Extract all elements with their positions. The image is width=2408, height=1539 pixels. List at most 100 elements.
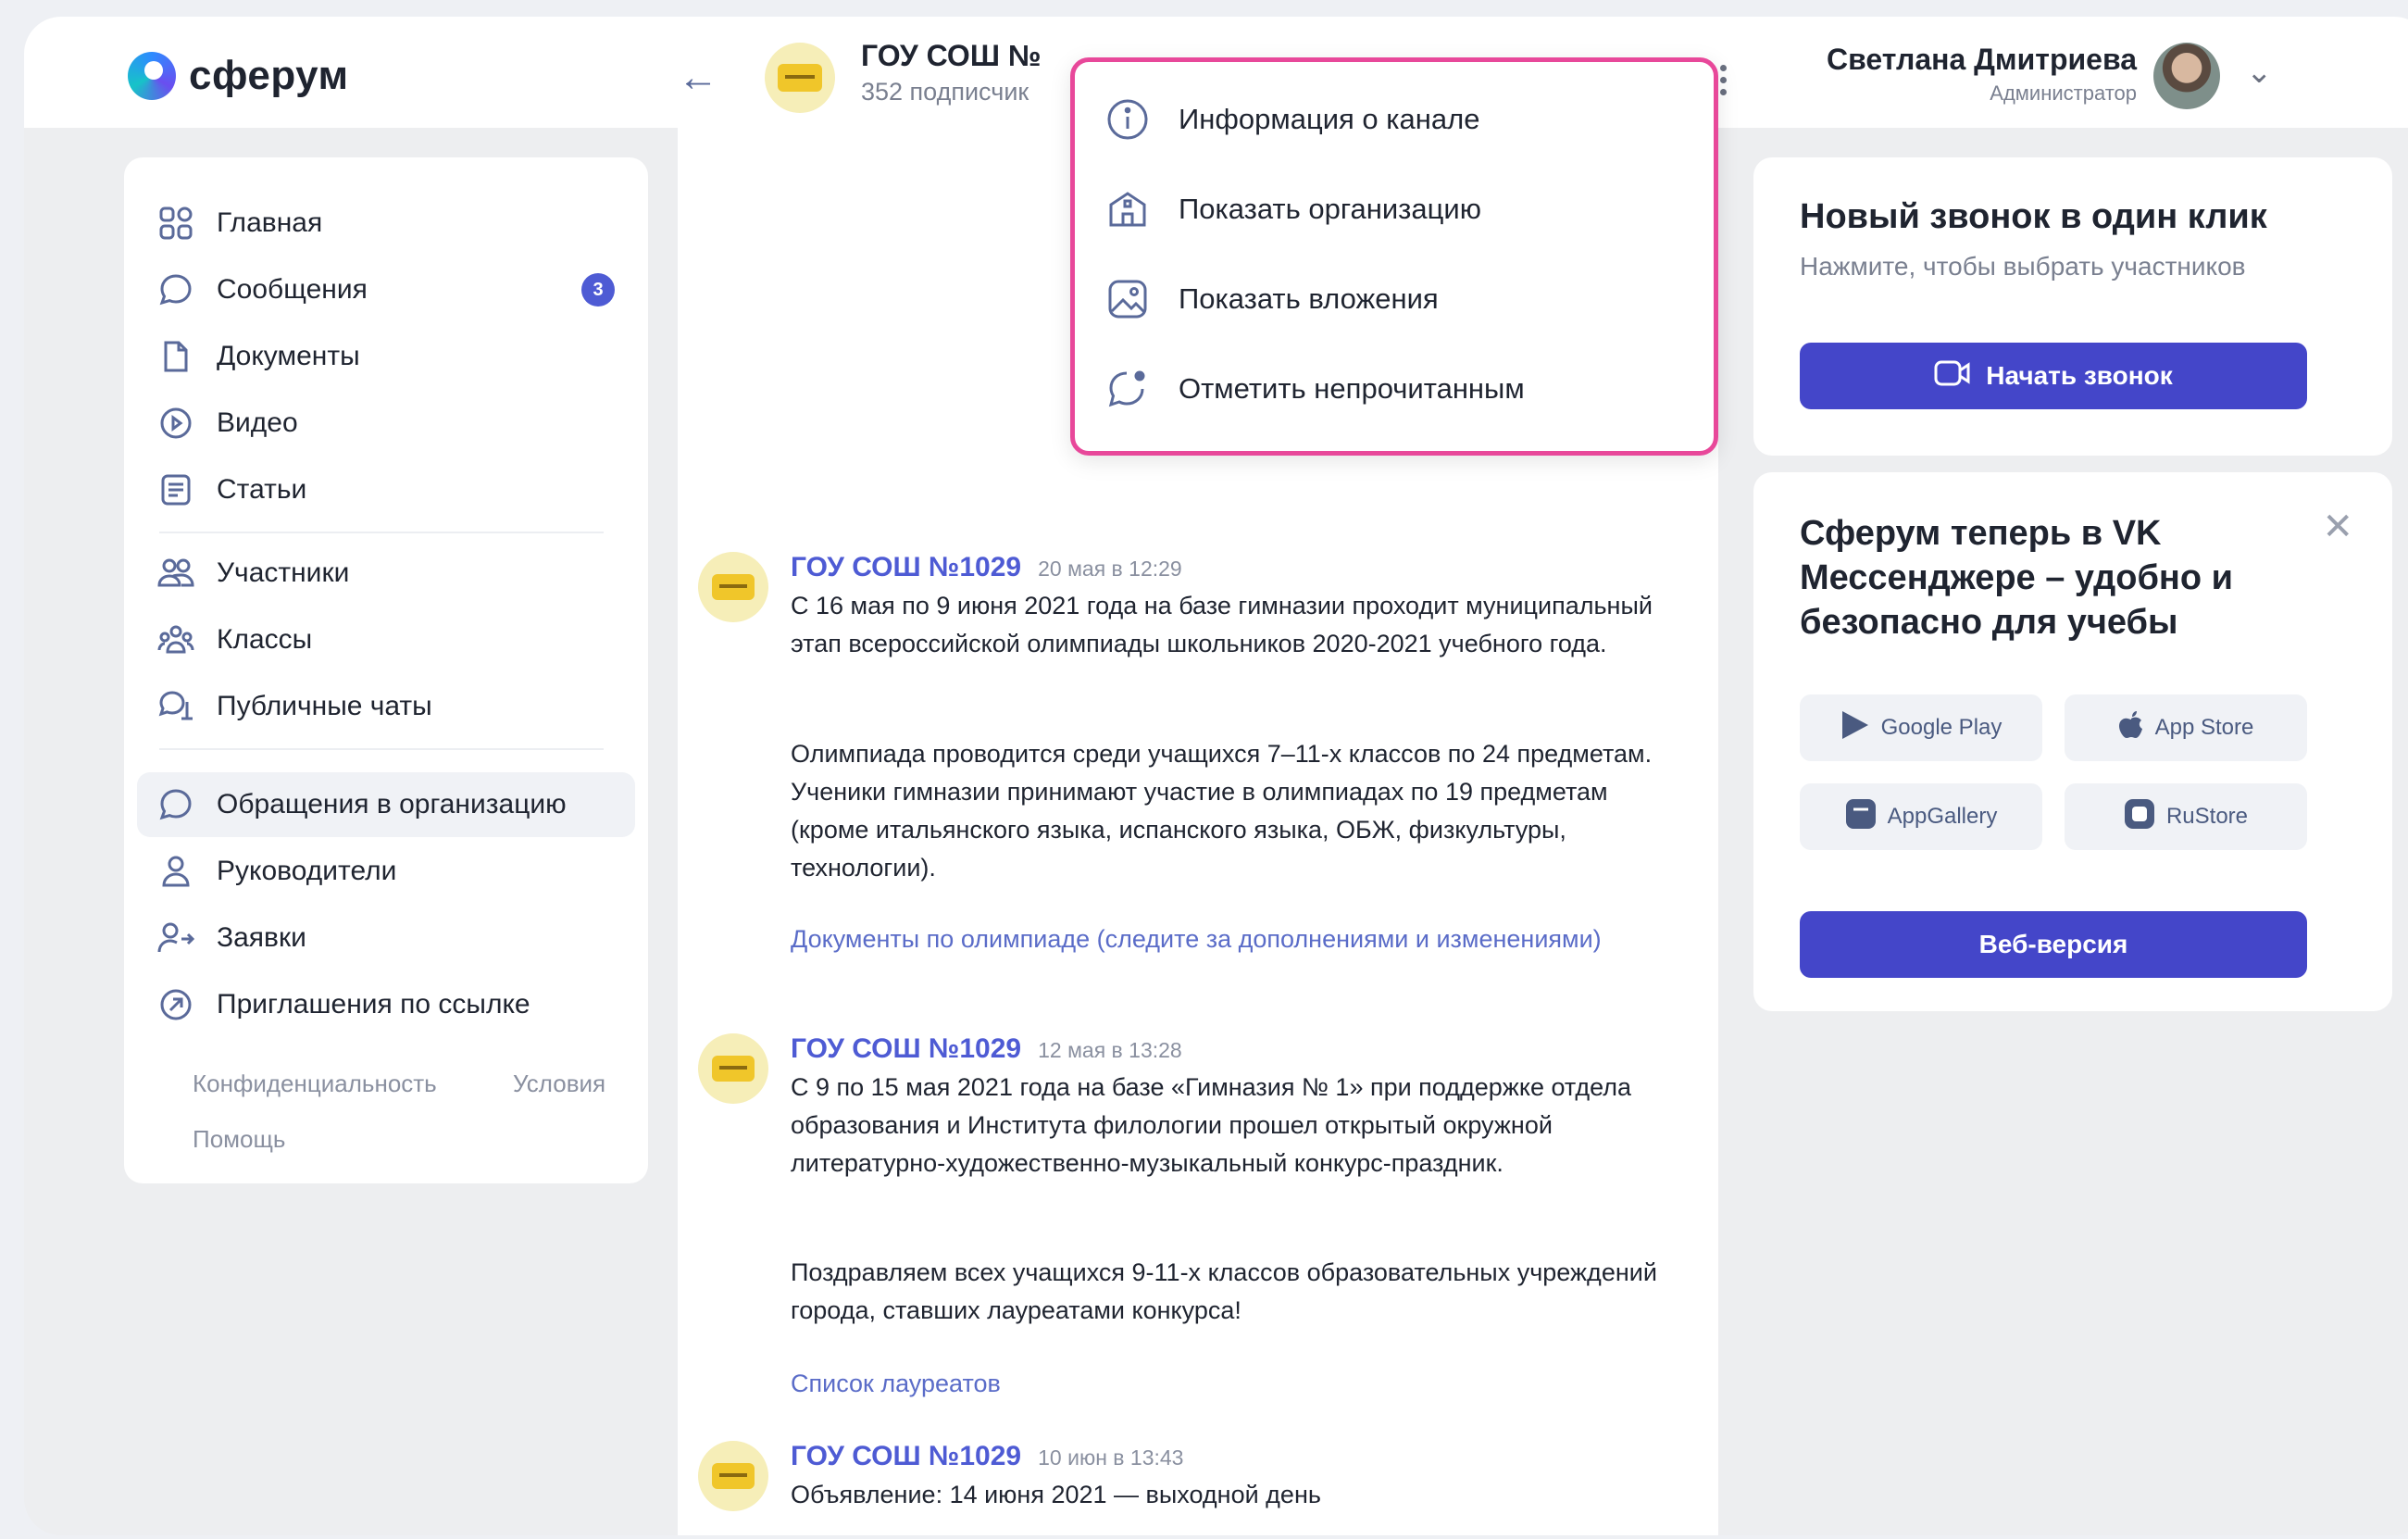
menu-item-label: Показать организацию: [1179, 193, 1481, 225]
sidebar-item-label: Руководители: [217, 856, 397, 886]
sidebar-item-home[interactable]: Главная: [137, 191, 635, 256]
article-icon: [157, 471, 194, 508]
sidebar: Главная Сообщения 3 Документы Видео Стат…: [124, 157, 648, 1183]
link-arrow-icon: [157, 986, 194, 1023]
start-call-button[interactable]: Начать звонок: [1800, 343, 2307, 409]
sidebar-item-label: Обращения в организацию: [217, 789, 567, 820]
list-item: ГОУ СОШ №1029 20 мая в 12:29 С 16 мая по…: [698, 552, 1707, 996]
start-call-label: Начать звонок: [1986, 361, 2173, 390]
chat-bubble-icon: [157, 271, 194, 308]
chevron-down-icon[interactable]: ⌄: [2246, 54, 2273, 91]
channel-avatar[interactable]: [765, 43, 835, 113]
person-arrow-icon: [157, 920, 194, 957]
sidebar-item-articles[interactable]: Статьи: [137, 457, 635, 522]
post-author[interactable]: ГОУ СОШ №1029: [791, 1033, 1021, 1065]
unread-chat-icon: [1104, 366, 1151, 412]
promo-card: Сферум теперь в VK Мессенджере – удобно …: [1753, 472, 2392, 1011]
menu-item-channel-info[interactable]: Информация о канале: [1104, 90, 1479, 149]
app-window: сферум ← ГОУ СОШ № 352 подписчик Светлан…: [24, 17, 2408, 1535]
grid-icon: [157, 205, 194, 242]
divider: [159, 532, 604, 533]
menu-item-show-organization[interactable]: Показать организацию: [1104, 180, 1481, 239]
help-link[interactable]: Помощь: [193, 1125, 285, 1154]
sidebar-item-messages[interactable]: Сообщения 3: [137, 257, 635, 322]
sidebar-item-label: Документы: [217, 341, 360, 371]
sidebar-item-label: Приглашения по ссылке: [217, 989, 530, 1020]
sidebar-item-members[interactable]: Участники: [137, 541, 635, 606]
logo-icon: [128, 52, 176, 100]
logo-text: сферум: [189, 53, 349, 98]
google-play-button[interactable]: Google Play: [1800, 694, 2042, 761]
author-avatar[interactable]: [698, 552, 768, 622]
sidebar-item-applications[interactable]: Заявки: [137, 906, 635, 970]
apple-icon: [2118, 710, 2144, 746]
post-text: Олимпиада проводится среди учащихся 7–11…: [791, 740, 1653, 882]
logo[interactable]: сферум: [128, 48, 349, 104]
sidebar-item-org-requests[interactable]: Обращения в организацию: [137, 772, 635, 837]
sidebar-item-managers[interactable]: Руководители: [137, 839, 635, 904]
author-avatar[interactable]: [698, 1441, 768, 1511]
channel-title[interactable]: ГОУ СОШ №: [861, 39, 1042, 73]
post-author[interactable]: ГОУ СОШ №1029: [791, 1441, 1021, 1472]
divider: [159, 748, 604, 750]
post-date: 12 мая в 13:28: [1038, 1038, 1182, 1062]
person-icon: [157, 853, 194, 890]
post-date: 10 июн в 13:43: [1038, 1445, 1184, 1470]
back-arrow-icon[interactable]: ←: [672, 52, 724, 104]
post-link[interactable]: Список лауреатов: [791, 1365, 1624, 1403]
sidebar-item-label: Статьи: [217, 474, 307, 505]
sidebar-item-label: Сообщения: [217, 274, 368, 305]
chat-bubble-icon: [157, 786, 194, 823]
store-label: RuStore: [2165, 804, 2249, 829]
promo-title: Сферум теперь в VK Мессенджере – удобно …: [1800, 514, 2234, 642]
channel-subscribers: 352 подписчик: [861, 78, 1029, 106]
call-card-title: Новый звонок в один клик: [1800, 197, 2267, 236]
terms-link[interactable]: Условия: [513, 1070, 605, 1098]
users-icon: [157, 555, 194, 592]
appgallery-button[interactable]: AppGallery: [1800, 783, 2042, 850]
post-text: С 16 мая по 9 июня 2021 года на базе гим…: [791, 592, 1653, 657]
sidebar-item-video[interactable]: Видео: [137, 391, 635, 456]
unread-badge: 3: [581, 273, 615, 307]
sidebar-item-invite-links[interactable]: Приглашения по ссылке: [137, 972, 635, 1037]
document-icon: [157, 338, 194, 375]
rustore-button[interactable]: RuStore: [2065, 783, 2307, 850]
post-text: Поздравляем всех учащихся 9-11-х классов…: [791, 1258, 1657, 1324]
author-avatar[interactable]: [698, 1033, 768, 1104]
building-icon: [1104, 186, 1151, 232]
menu-item-show-attachments[interactable]: Показать вложения: [1104, 269, 1439, 329]
privacy-link[interactable]: Конфиденциальность: [193, 1070, 437, 1098]
menu-item-label: Отметить непрочитанным: [1179, 372, 1525, 405]
public-chat-icon: [157, 688, 194, 725]
store-label: AppGallery: [1887, 804, 1998, 829]
call-card: Новый звонок в один клик Нажмите, чтобы …: [1753, 157, 2392, 456]
menu-item-mark-unread[interactable]: Отметить непрочитанным: [1104, 359, 1525, 419]
post-link[interactable]: Документы по олимпиаде (следите за допол…: [791, 920, 1624, 958]
post-author[interactable]: ГОУ СОШ №1029: [791, 552, 1021, 583]
menu-item-label: Информация о канале: [1179, 103, 1480, 135]
group-icon: [157, 621, 194, 658]
sidebar-item-label: Классы: [217, 624, 313, 655]
sidebar-item-documents[interactable]: Документы: [137, 324, 635, 389]
play-circle-icon: [157, 405, 194, 442]
call-card-subtitle: Нажмите, чтобы выбрать участников: [1800, 252, 2246, 281]
post-text: Объявление: 14 июня 2021 — выходной день: [791, 1481, 1321, 1508]
list-item: ГОУ СОШ №1029 12 мая в 13:28 С 9 по 15 м…: [698, 1033, 1707, 1422]
web-version-label: Веб-версия: [1978, 930, 2128, 958]
user-name[interactable]: Светлана Дмитриева: [1827, 43, 2137, 77]
close-icon[interactable]: ✕: [2322, 506, 2353, 548]
sidebar-item-public-chats[interactable]: Публичные чаты: [137, 674, 635, 739]
app-store-button[interactable]: App Store: [2065, 694, 2307, 761]
sidebar-item-label: Участники: [217, 557, 350, 588]
sidebar-item-label: Заявки: [217, 922, 306, 953]
user-role: Администратор: [1990, 81, 2137, 105]
avatar[interactable]: [2153, 43, 2220, 109]
store-label: Google Play: [1880, 715, 2003, 740]
appgallery-icon: [1845, 798, 1877, 836]
menu-item-label: Показать вложения: [1179, 282, 1439, 315]
google-play-icon: [1840, 709, 1870, 747]
post-text: С 9 по 15 мая 2021 года на базе «Гимнази…: [791, 1073, 1631, 1177]
rustore-icon: [2124, 798, 2155, 836]
web-version-button[interactable]: Веб-версия: [1800, 911, 2307, 978]
sidebar-item-classes[interactable]: Классы: [137, 607, 635, 672]
